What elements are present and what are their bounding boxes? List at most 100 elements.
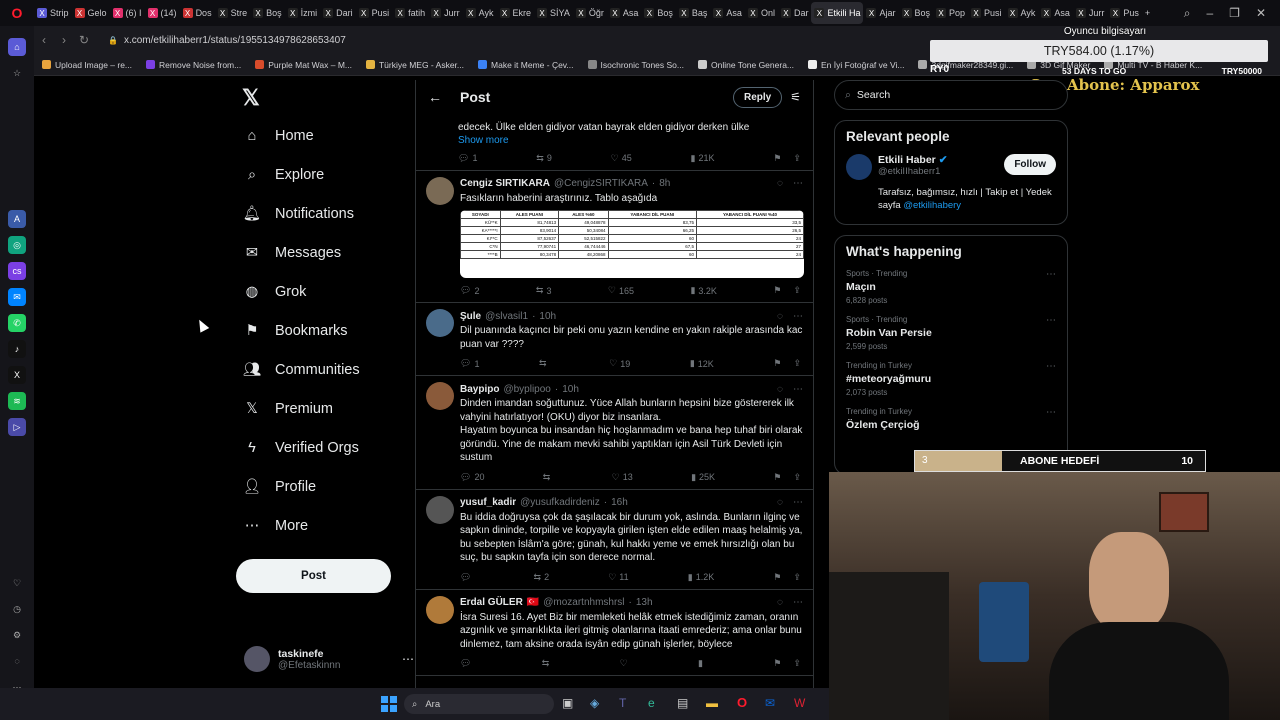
like-action[interactable]: ♡ 45 bbox=[611, 153, 632, 164]
player-icon[interactable]: ▷ bbox=[8, 418, 26, 436]
bookmark-icon[interactable]: ⚑ bbox=[773, 358, 781, 369]
avatar[interactable] bbox=[426, 309, 454, 337]
bookmark-icon[interactable]: ⚑ bbox=[773, 572, 781, 583]
reply-action[interactable]: 💬︎ 2 bbox=[460, 285, 479, 296]
star-icon[interactable]: ☆ bbox=[8, 64, 26, 82]
cs-icon[interactable]: cs bbox=[8, 262, 26, 280]
browser-tab[interactable]: X Pus bbox=[1107, 2, 1142, 24]
browser-tab[interactable]: X (14) bbox=[145, 2, 180, 24]
repost-action[interactable]: ⇆ 3 bbox=[536, 285, 552, 296]
browser-tab[interactable]: X İzmi bbox=[285, 2, 321, 24]
tweet-author-name[interactable]: Şule bbox=[460, 311, 481, 322]
browser-tab[interactable]: X Onl bbox=[745, 2, 778, 24]
back-arrow-icon[interactable]: ← bbox=[428, 89, 442, 105]
reply-action[interactable]: 💬︎ bbox=[460, 658, 474, 669]
views-action[interactable]: ▮ 12K bbox=[690, 358, 714, 369]
account-switcher[interactable]: taskinefe @Efetaskinnn ⋯ bbox=[244, 641, 414, 677]
show-more-link[interactable]: Show more bbox=[458, 135, 803, 146]
settings-icon[interactable]: ⚙ bbox=[8, 626, 26, 644]
tweet-row[interactable]: Erdal GÜLER 🇹🇷 @mozartnhmshrsl · 13h ◌ ⋯ İsra S… bbox=[416, 590, 813, 676]
trend-item[interactable]: Sports · Trending Maçın 6,828 posts ⋯ bbox=[846, 269, 1056, 305]
new-tab-button[interactable]: + bbox=[1142, 2, 1153, 24]
search-tabs-icon[interactable]: ⌕ bbox=[1184, 6, 1191, 21]
tweet-row[interactable]: Baypipo @byplipoo · 10h ◌ ⋯ Dinden imandan soğ… bbox=[416, 376, 813, 490]
more-icon[interactable]: ⋯ bbox=[793, 311, 803, 322]
share-icon[interactable]: ⇪ bbox=[793, 658, 801, 669]
avatar[interactable] bbox=[426, 176, 454, 205]
nav-item-premium[interactable]: 𝕏 Premium bbox=[230, 389, 415, 428]
bookmark-item[interactable]: Isochronic Tones So... bbox=[587, 60, 684, 70]
bookmark-icon[interactable]: ⚑ bbox=[773, 658, 781, 669]
bookmark-item[interactable]: Purple Mat Wax – M... bbox=[255, 60, 352, 70]
grok-icon[interactable]: ◌ bbox=[777, 597, 783, 608]
browser-tab[interactable]: X Asa bbox=[607, 2, 642, 24]
browser-tab[interactable]: X Ayk bbox=[1005, 2, 1039, 24]
grok-icon[interactable]: ◌ bbox=[777, 178, 783, 189]
bookmark-item[interactable]: Türkiye MEG - Asker... bbox=[365, 60, 464, 70]
maximize-button[interactable]: ❐ bbox=[1229, 6, 1240, 21]
home-icon[interactable]: ⌂ bbox=[8, 38, 26, 56]
trend-item[interactable]: Trending in Turkey #meteoryağmuru 2,073 po… bbox=[846, 361, 1056, 397]
more-icon[interactable]: ⋯ bbox=[793, 497, 803, 508]
more-icon[interactable]: ⋯ bbox=[793, 178, 803, 189]
like-action[interactable]: ♡ 19 bbox=[609, 358, 630, 369]
like-action[interactable]: ♡ bbox=[620, 658, 631, 669]
start-icon[interactable] bbox=[381, 696, 397, 712]
views-action[interactable]: ▮ 25K bbox=[691, 472, 715, 483]
lightbulb-icon[interactable]: ◌ bbox=[8, 652, 26, 670]
repost-action[interactable]: ⇆ bbox=[542, 658, 553, 669]
store-icon[interactable]: ▤ bbox=[677, 696, 688, 710]
nav-item-verified-orgs[interactable]: ϟ Verified Orgs bbox=[230, 428, 415, 467]
filter-icon[interactable]: ⚟ bbox=[790, 90, 801, 104]
browser-tab[interactable]: X Ayk bbox=[463, 2, 497, 24]
tweet-author-name[interactable]: Cengiz SIRTIKARA bbox=[460, 178, 550, 189]
browser-tab[interactable]: X Stre bbox=[215, 2, 251, 24]
back-arrow-icon[interactable]: ‹ bbox=[34, 33, 54, 47]
share-icon[interactable]: ⇪ bbox=[793, 572, 801, 583]
nav-item-bookmarks[interactable]: ⚑ Bookmarks bbox=[230, 311, 415, 350]
like-action[interactable]: ♡ 165 bbox=[608, 285, 634, 296]
browser-tab[interactable]: X Boş bbox=[899, 2, 934, 24]
browser-tab[interactable]: X Strip bbox=[34, 2, 72, 24]
more-icon[interactable]: ⋯ bbox=[1046, 315, 1056, 326]
nav-item-home[interactable]: ⌂ Home bbox=[230, 116, 415, 155]
reply-action[interactable]: 💬︎ 20 bbox=[460, 472, 484, 483]
browser-tab[interactable]: X Ekre bbox=[497, 2, 535, 24]
aria-icon[interactable]: A bbox=[8, 210, 26, 228]
avatar[interactable] bbox=[426, 382, 454, 410]
reply-action[interactable]: 💬︎ 1 bbox=[460, 358, 479, 369]
opera-icon[interactable]: O bbox=[737, 695, 747, 710]
browser-tab[interactable]: X Pusi bbox=[968, 2, 1005, 24]
search-input[interactable]: ⌕ Search bbox=[834, 80, 1068, 110]
browser-tab[interactable]: X Pop bbox=[933, 2, 968, 24]
person-avatar[interactable] bbox=[846, 154, 872, 180]
app-icon[interactable]: W bbox=[794, 696, 805, 710]
browser-tab[interactable]: X Dar bbox=[778, 2, 812, 24]
bookmark-item[interactable]: Online Tone Genera... bbox=[698, 60, 794, 70]
nav-item-grok[interactable]: ◍ Grok bbox=[230, 272, 415, 311]
tweet-author-name[interactable]: Erdal GÜLER bbox=[460, 597, 523, 608]
tweet-row[interactable]: Cengiz SIRTIKARA @CengizSIRTIKARA · 8h ◌ ⋯ Fas… bbox=[416, 171, 813, 303]
messenger-icon[interactable]: ✉ bbox=[8, 288, 26, 306]
share-icon[interactable]: ⇪ bbox=[793, 358, 801, 369]
x-icon[interactable]: X bbox=[8, 366, 26, 384]
reply-button[interactable]: Reply bbox=[733, 86, 783, 108]
heart-icon[interactable]: ♡ bbox=[8, 574, 26, 592]
bookmark-item[interactable]: Remove Noise from... bbox=[146, 60, 241, 70]
nav-item-messages[interactable]: ✉ Messages bbox=[230, 233, 415, 272]
outlook-icon[interactable]: ✉ bbox=[765, 696, 775, 710]
browser-tab[interactable]: X Asa bbox=[710, 2, 745, 24]
account-more-icon[interactable]: ⋯ bbox=[402, 652, 414, 666]
repost-action[interactable]: ⇆ bbox=[539, 358, 550, 369]
bookmark-icon[interactable]: ⚑ bbox=[773, 472, 781, 483]
browser-tab[interactable]: X SİYA bbox=[534, 2, 573, 24]
share-icon[interactable]: ⇪ bbox=[793, 153, 801, 164]
more-icon[interactable]: ⋯ bbox=[1046, 407, 1056, 418]
close-button[interactable]: ✕ bbox=[1256, 6, 1266, 21]
browser-tab[interactable]: X Boş bbox=[641, 2, 676, 24]
browser-tab[interactable]: X Asa bbox=[1038, 2, 1073, 24]
repost-action[interactable]: ⇆ 2 bbox=[534, 572, 550, 583]
nav-item-explore[interactable]: ⌕ Explore bbox=[230, 155, 415, 194]
more-icon[interactable]: ⋯ bbox=[1046, 361, 1056, 372]
browser-tab[interactable]: Xfatih bbox=[392, 2, 428, 24]
